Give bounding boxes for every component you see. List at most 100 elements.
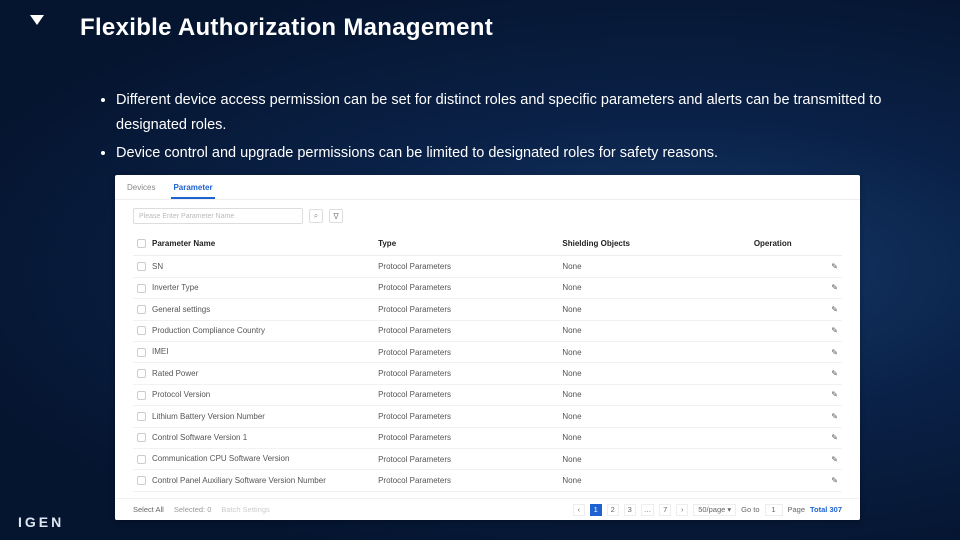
- go-to-input[interactable]: 1: [765, 504, 783, 516]
- edit-icon[interactable]: ✎: [750, 448, 842, 469]
- page-title: Flexible Authorization Management: [80, 14, 493, 42]
- cell-shield: None: [558, 448, 749, 469]
- dropdown-caret-icon[interactable]: [30, 15, 44, 25]
- cell-name: Protocol Version: [152, 390, 210, 399]
- row-checkbox[interactable]: [137, 412, 146, 421]
- row-checkbox[interactable]: [137, 391, 146, 400]
- select-all-link[interactable]: Select All: [133, 505, 164, 514]
- cell-type: Protocol Parameters: [374, 363, 558, 384]
- tab-parameter[interactable]: Parameter: [171, 180, 214, 199]
- row-checkbox[interactable]: [137, 284, 146, 293]
- cell-shield: None: [558, 320, 749, 341]
- search-input[interactable]: Please Enter Parameter Name: [133, 208, 303, 224]
- table-row: Control Software Version 1 Protocol Param…: [133, 427, 842, 448]
- cell-type: Protocol Parameters: [374, 299, 558, 320]
- table-row: IMEI Protocol ParametersNone✎: [133, 341, 842, 362]
- edit-icon[interactable]: ✎: [750, 384, 842, 405]
- row-checkbox[interactable]: [137, 476, 146, 485]
- checkbox-all[interactable]: [137, 239, 146, 248]
- bullet-item: Different device access permission can b…: [116, 88, 900, 137]
- cell-shield: None: [558, 256, 749, 277]
- total-count: Total 307: [810, 505, 842, 514]
- parameter-table: Parameter Name Type Shielding Objects Op…: [133, 232, 842, 513]
- col-header-type: Type: [374, 232, 558, 256]
- cell-name: Inverter Type: [152, 283, 199, 292]
- cell-shield: None: [558, 384, 749, 405]
- cell-type: Protocol Parameters: [374, 320, 558, 341]
- cell-type: Protocol Parameters: [374, 406, 558, 427]
- page-next[interactable]: ›: [676, 504, 688, 516]
- cell-name: Control Panel Auxiliary Software Version…: [152, 476, 326, 485]
- per-page-select[interactable]: 50/page ▾: [693, 504, 736, 516]
- cell-name: Communication CPU Software Version: [152, 454, 289, 463]
- table-row: Control Panel Auxiliary Software Version…: [133, 470, 842, 491]
- row-checkbox[interactable]: [137, 369, 146, 378]
- search-icon[interactable]: ⌕: [309, 209, 323, 223]
- page-…[interactable]: …: [641, 504, 655, 516]
- cell-name: Control Software Version 1: [152, 433, 247, 442]
- selected-count: Selected: 0: [174, 505, 212, 514]
- bullet-list: Different device access permission can b…: [98, 88, 900, 170]
- row-checkbox[interactable]: [137, 433, 146, 442]
- bullet-item: Device control and upgrade permissions c…: [116, 141, 900, 166]
- cell-type: Protocol Parameters: [374, 256, 558, 277]
- cell-name: Lithium Battery Version Number: [152, 412, 265, 421]
- edit-icon[interactable]: ✎: [750, 427, 842, 448]
- edit-icon[interactable]: ✎: [750, 341, 842, 362]
- page-2[interactable]: 2: [607, 504, 619, 516]
- cell-name: SN: [152, 262, 163, 271]
- edit-icon[interactable]: ✎: [750, 320, 842, 341]
- edit-icon[interactable]: ✎: [750, 299, 842, 320]
- cell-shield: None: [558, 427, 749, 448]
- brand-logo: IGEN: [18, 514, 64, 530]
- cell-type: Protocol Parameters: [374, 448, 558, 469]
- table-row: Protocol Version Protocol ParametersNone✎: [133, 384, 842, 405]
- cell-shield: None: [558, 406, 749, 427]
- col-header-shield: Shielding Objects: [558, 232, 749, 256]
- cell-shield: None: [558, 299, 749, 320]
- cell-shield: None: [558, 470, 749, 491]
- cell-name: Production Compliance Country: [152, 326, 265, 335]
- table-row: Inverter Type Protocol ParametersNone✎: [133, 277, 842, 298]
- cell-type: Protocol Parameters: [374, 277, 558, 298]
- table-row: Lithium Battery Version Number Protocol P…: [133, 406, 842, 427]
- cell-type: Protocol Parameters: [374, 384, 558, 405]
- edit-icon[interactable]: ✎: [750, 363, 842, 384]
- table-row: General settings Protocol ParametersNone✎: [133, 299, 842, 320]
- cell-type: Protocol Parameters: [374, 470, 558, 491]
- cell-shield: None: [558, 277, 749, 298]
- page-3[interactable]: 3: [624, 504, 636, 516]
- app-screenshot: Devices Parameter Please Enter Parameter …: [115, 175, 860, 520]
- row-checkbox[interactable]: [137, 326, 146, 335]
- go-to-label: Go to: [741, 505, 759, 514]
- batch-settings-link[interactable]: Batch Settings: [221, 505, 269, 514]
- row-checkbox[interactable]: [137, 305, 146, 314]
- row-checkbox[interactable]: [137, 348, 146, 357]
- page-label: Page: [788, 505, 806, 514]
- col-header-name: Parameter Name: [152, 239, 215, 248]
- edit-icon[interactable]: ✎: [750, 406, 842, 427]
- col-header-operation: Operation: [750, 232, 842, 256]
- cell-name: General settings: [152, 305, 210, 314]
- cell-name: IMEI: [152, 347, 168, 356]
- page-7[interactable]: 7: [659, 504, 671, 516]
- row-checkbox[interactable]: [137, 262, 146, 271]
- cell-shield: None: [558, 341, 749, 362]
- table-row: Communication CPU Software Version Protoc…: [133, 448, 842, 469]
- filter-icon[interactable]: ∇: [329, 209, 343, 223]
- tab-devices[interactable]: Devices: [125, 180, 157, 199]
- table-row: Rated Power Protocol ParametersNone✎: [133, 363, 842, 384]
- page-prev[interactable]: ‹: [573, 504, 585, 516]
- row-checkbox[interactable]: [137, 455, 146, 464]
- cell-shield: None: [558, 363, 749, 384]
- edit-icon[interactable]: ✎: [750, 277, 842, 298]
- table-footer: Select All Selected: 0 Batch Settings ‹ 1…: [115, 498, 860, 520]
- cell-type: Protocol Parameters: [374, 341, 558, 362]
- cell-name: Rated Power: [152, 369, 198, 378]
- edit-icon[interactable]: ✎: [750, 256, 842, 277]
- table-row: Production Compliance Country Protocol Pa…: [133, 320, 842, 341]
- table-row: SN Protocol ParametersNone✎: [133, 256, 842, 277]
- cell-type: Protocol Parameters: [374, 427, 558, 448]
- edit-icon[interactable]: ✎: [750, 470, 842, 491]
- page-1[interactable]: 1: [590, 504, 602, 516]
